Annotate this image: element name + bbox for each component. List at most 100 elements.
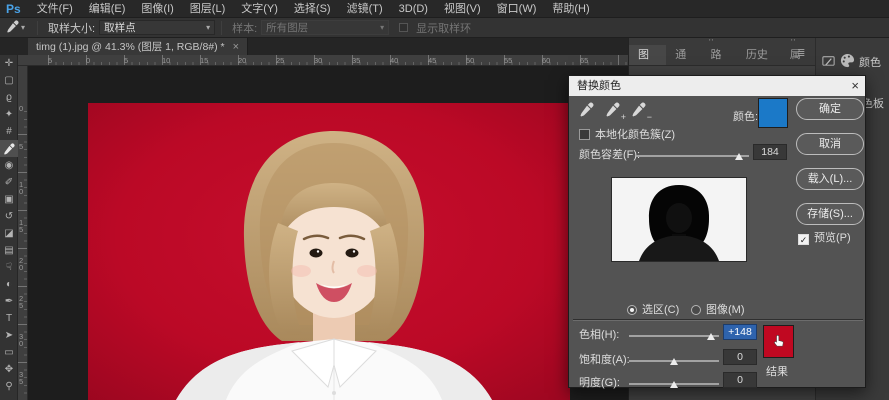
menu-view[interactable]: 视图(V) [436,0,489,18]
menu-layer[interactable]: 图层(L) [182,0,233,18]
document-tab[interactable]: timg (1).jpg @ 41.3% (图层 1, RGB/8#) * × [28,38,248,55]
menu-image[interactable]: 图像(I) [133,0,181,18]
saturation-value[interactable]: 0 [723,349,757,365]
eyedropper-icon [6,20,19,36]
lightness-value[interactable]: 0 [723,372,757,388]
type-tool[interactable]: T [0,310,18,327]
menu-edit[interactable]: 编辑(E) [81,0,134,18]
localized-clusters-checkbox[interactable] [579,129,590,140]
ruler-label: 5 [19,143,26,150]
rectangle-tool[interactable]: ▭ [0,344,18,361]
quick-selection-tool[interactable]: ✦ [0,106,18,123]
menu-help[interactable]: 帮助(H) [544,0,597,18]
document-tab-bar: timg (1).jpg @ 41.3% (图层 1, RGB/8#) * × [0,38,628,55]
panel-menu-icon[interactable]: ≣ [797,48,805,59]
sample-label: 样本: [232,20,257,36]
hue-value[interactable]: +148 [723,324,757,340]
hue-slider-handle[interactable] [707,333,715,340]
saturation-slider-handle[interactable] [670,358,678,365]
tool-icon: ▢ [4,75,13,86]
dodge-tool[interactable]: ◐ [0,276,18,293]
tools-bottom: ◉✐▣ ↺ ◪ ▤ ☟◐ ✒ T➤▭✥⚲ [0,157,17,395]
menu-window[interactable]: 窗口(W) [489,0,545,18]
menu-filter[interactable]: 滤镜(T) [339,0,391,18]
history-brush-tool[interactable]: ↺ [0,208,18,225]
tool-icon: ▤ [4,245,13,256]
preview-row[interactable]: ✓ 预览(P) [798,228,851,246]
eyedropper-add-button[interactable]: + [605,102,625,120]
tab-paths[interactable]: 路径 [702,45,737,65]
selection-radio[interactable] [627,305,637,315]
menu-items: 文件(F)编辑(E)图像(I)图层(L)文字(Y)选择(S)滤镜(T)3D(D)… [29,0,598,18]
color-panel-item[interactable]: 颜色 [840,53,881,71]
fuzziness-value[interactable]: 184 [753,144,787,160]
eyedropper-tool[interactable] [0,140,18,157]
fuzziness-slider-handle[interactable] [735,153,743,160]
ok-button[interactable]: 确定 [796,98,864,120]
brush-tool[interactable]: ✐ [0,174,18,191]
menu-type[interactable]: 文字(Y) [233,0,286,18]
healing-brush-tool[interactable]: ◉ [0,157,18,174]
canvas-viewport[interactable] [28,66,628,400]
zoom-tool[interactable]: ⚲ [0,378,18,395]
tab-layers[interactable]: 图层 [629,45,666,65]
tool-icon: ✒ [5,296,13,307]
selection-radio-row[interactable]: 选区(C) [627,300,679,318]
save-button[interactable]: 存储(S)... [796,203,864,225]
localized-clusters-label: 本地化颜色簇(Z) [595,129,675,141]
panel-tab-bar: 图层 通道路径历史记属性 [629,45,816,65]
preview-checkbox[interactable]: ✓ [798,234,809,245]
sample-select: 所有图层 ▾ [261,20,389,35]
pen-tool[interactable]: ✒ [0,293,18,310]
tab-history[interactable]: 历史记 [737,45,781,65]
saturation-slider[interactable] [629,360,719,362]
panel-tabs: 通道路径历史记属性 [666,45,816,65]
eraser-tool[interactable]: ◪ [0,225,18,242]
marquee-tool[interactable]: ▢ [0,72,18,89]
ruler-label: 25 [276,56,284,65]
lasso-tool[interactable]: ϱ [0,89,18,106]
tool-preset-picker[interactable]: ▾ [0,20,31,36]
photo-portrait[interactable] [88,103,570,400]
cancel-button[interactable]: 取消 [796,133,864,155]
menu-select[interactable]: 选择(S) [286,0,339,18]
gradient-tool[interactable]: ▤ [0,242,18,259]
color-panel-label: 颜色 [859,54,881,70]
hand-tool[interactable]: ✥ [0,361,18,378]
localized-clusters-row[interactable]: 本地化颜色簇(Z) [579,125,675,143]
hue-slider[interactable] [629,335,719,337]
ruler-label: 30 [314,56,322,65]
sample-size-value: 取样点 [104,20,136,35]
palette-icon [840,53,855,71]
image-radio-row[interactable]: 图像(M) [691,300,745,318]
menu-bar: Ps 文件(F)编辑(E)图像(I)图层(L)文字(Y)选择(S)滤镜(T)3D… [0,0,889,18]
load-button[interactable]: 载入(L)... [796,168,864,190]
tab-channels[interactable]: 通道 [666,45,701,65]
lightness-slider[interactable] [629,383,719,385]
close-icon[interactable]: × [233,41,239,53]
selection-color-label: 颜色: [733,108,758,124]
tool-icon: ◪ [4,228,13,239]
eyedropper-subtract-button[interactable]: − [631,102,651,120]
lightness-slider-handle[interactable] [670,381,678,388]
selection-preview-thumbnail[interactable] [611,177,747,262]
result-color-swatch[interactable] [763,325,794,358]
sample-size-select[interactable]: 取样点 ▾ [99,20,215,35]
fuzziness-slider[interactable] [636,155,749,157]
selection-color-swatch[interactable] [758,98,788,128]
crop-tool[interactable]: # [0,123,18,140]
move-tool[interactable]: ✛ [0,55,18,72]
clone-stamp-tool[interactable]: ▣ [0,191,18,208]
ruler-label: 20 [238,56,246,65]
dialog-title-bar[interactable]: 替换颜色 [569,76,865,96]
tool-icon: ↺ [5,211,13,222]
preview-label: 预览(P) [814,232,851,244]
libraries-panel-icon[interactable] [821,53,836,68]
menu-3d[interactable]: 3D(D) [391,0,436,18]
eyedropper-sample-button[interactable] [579,102,599,120]
path-selection-tool[interactable]: ➤ [0,327,18,344]
smudge-tool[interactable]: ☟ [0,259,18,276]
menu-file[interactable]: 文件(F) [29,0,81,18]
close-icon[interactable]: × [851,76,859,96]
image-radio[interactable] [691,305,701,315]
